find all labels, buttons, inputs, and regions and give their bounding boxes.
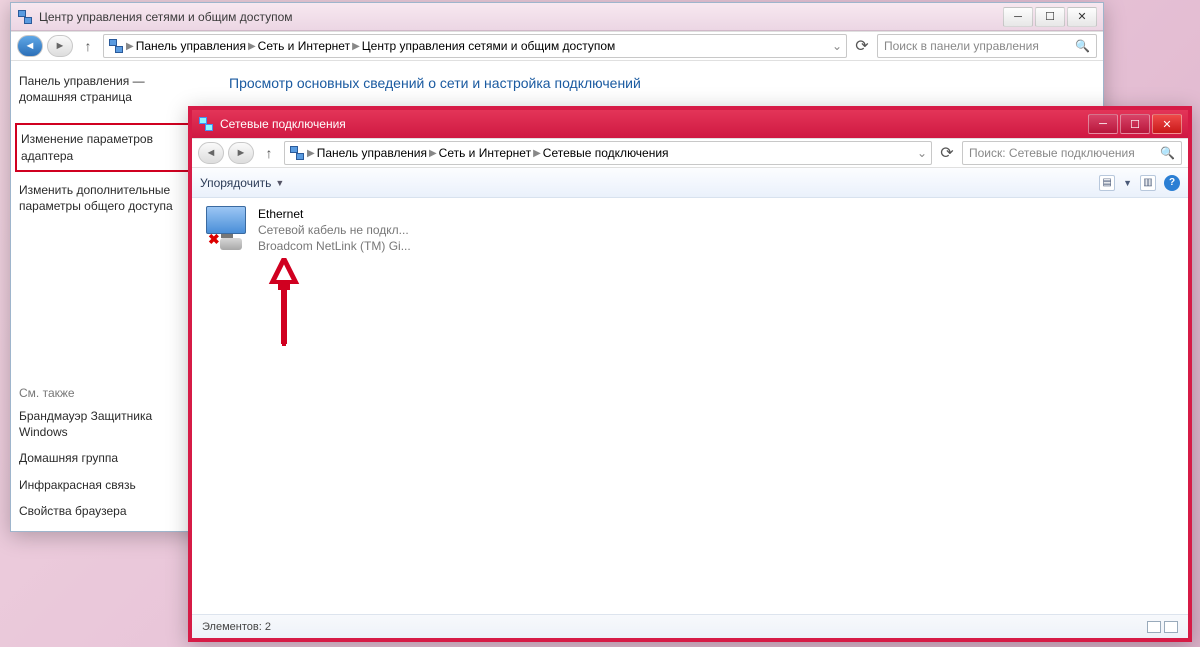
back-button[interactable]: ◄ — [198, 142, 224, 164]
crumb[interactable]: Центр управления сетями и общим доступом — [362, 39, 616, 53]
address-bar: ◄ ► ↑ ▶ Панель управления▶ Сеть и Интерн… — [11, 31, 1103, 61]
network-connections-window: Сетевые подключения ─ ☐ ✕ ◄ ► ↑ ▶ Панель… — [188, 106, 1192, 642]
search-icon: 🔍 — [1075, 39, 1090, 53]
forward-button[interactable]: ► — [47, 35, 73, 57]
search-icon: 🔍 — [1160, 146, 1175, 160]
view-mode-buttons[interactable] — [1147, 621, 1178, 633]
help-button[interactable]: ? — [1164, 175, 1180, 191]
chevron-down-icon[interactable]: ⌄ — [917, 146, 927, 160]
crumb[interactable]: Панель управления — [136, 39, 246, 53]
search-input[interactable]: Поиск в панели управления 🔍 — [877, 34, 1097, 58]
back-button[interactable]: ◄ — [17, 35, 43, 57]
crumb[interactable]: Сетевые подключения — [543, 146, 669, 160]
toolbar: Упорядочить ▼ ▤▼ ▥ ? — [192, 168, 1188, 198]
search-input[interactable]: Поиск: Сетевые подключения 🔍 — [962, 141, 1182, 165]
crumb[interactable]: Сеть и Интернет — [439, 146, 531, 160]
chevron-down-icon[interactable]: ⌄ — [832, 39, 842, 53]
organize-menu[interactable]: Упорядочить — [200, 176, 271, 190]
address-bar: ◄ ► ↑ ▶ Панель управления▶ Сеть и Интерн… — [192, 138, 1188, 168]
sidebar-advanced-link[interactable]: Изменить дополнительные параметры общего… — [19, 180, 203, 216]
adapter-list[interactable]: ✖ Ethernet Сетевой кабель не подкл... Br… — [192, 198, 1188, 614]
window-title: Центр управления сетями и общим доступом — [39, 10, 995, 24]
sidebar-seealso-link[interactable]: Домашняя группа — [19, 448, 203, 468]
network-center-icon — [17, 9, 33, 25]
adapter-name: Ethernet — [258, 206, 411, 222]
location-icon — [289, 145, 305, 161]
close-button[interactable]: ✕ — [1152, 114, 1182, 134]
breadcrumb[interactable]: ▶ Панель управления▶ Сеть и Интернет▶ Це… — [103, 34, 847, 58]
ethernet-adapter-icon: ✖ — [202, 206, 250, 250]
annotation-arrow — [264, 258, 304, 353]
titlebar[interactable]: Сетевые подключения ─ ☐ ✕ — [192, 110, 1188, 138]
maximize-button[interactable]: ☐ — [1035, 7, 1065, 27]
up-button[interactable]: ↑ — [77, 35, 99, 57]
item-count: Элементов: 2 — [202, 621, 271, 633]
adapter-status: Сетевой кабель не подкл... — [258, 222, 411, 238]
page-heading: Просмотр основных сведений о сети и наст… — [229, 75, 1085, 91]
sidebar-seealso-link[interactable]: Свойства браузера — [19, 501, 203, 521]
sidebar-home-link[interactable]: Панель управления — домашняя страница — [19, 71, 203, 107]
minimize-button[interactable]: ─ — [1088, 114, 1118, 134]
close-button[interactable]: ✕ — [1067, 7, 1097, 27]
refresh-button[interactable]: ⟳ — [851, 36, 873, 56]
minimize-button[interactable]: ─ — [1003, 7, 1033, 27]
titlebar[interactable]: Центр управления сетями и общим доступом… — [11, 3, 1103, 31]
sidebar: Панель управления — домашняя страница Из… — [11, 61, 211, 531]
maximize-button[interactable]: ☐ — [1120, 114, 1150, 134]
adapter-item-ethernet[interactable]: ✖ Ethernet Сетевой кабель не подкл... Br… — [202, 206, 452, 255]
status-bar: Элементов: 2 — [192, 614, 1188, 638]
disconnected-icon: ✖ — [208, 231, 220, 248]
network-connections-icon — [198, 116, 214, 132]
crumb[interactable]: Сеть и Интернет — [258, 39, 350, 53]
adapter-device: Broadcom NetLink (TM) Gi... — [258, 238, 411, 254]
sidebar-seealso-link[interactable]: Брандмауэр Защитника Windows — [19, 406, 203, 442]
sidebar-adapter-link[interactable]: Изменение параметров адаптера — [21, 129, 201, 165]
refresh-button[interactable]: ⟳ — [936, 143, 958, 163]
see-also-label: См. также — [19, 346, 203, 400]
preview-pane-button[interactable]: ▥ — [1140, 175, 1156, 191]
search-placeholder: Поиск: Сетевые подключения — [969, 146, 1135, 160]
crumb[interactable]: Панель управления — [317, 146, 427, 160]
sidebar-seealso-link[interactable]: Инфракрасная связь — [19, 475, 203, 495]
forward-button[interactable]: ► — [228, 142, 254, 164]
location-icon — [108, 38, 124, 54]
chevron-down-icon[interactable]: ▼ — [275, 178, 284, 188]
search-placeholder: Поиск в панели управления — [884, 39, 1039, 53]
breadcrumb[interactable]: ▶ Панель управления▶ Сеть и Интернет▶ Се… — [284, 141, 932, 165]
annotation-highlight: Изменение параметров адаптера — [15, 123, 207, 171]
view-options-button[interactable]: ▤ — [1099, 175, 1115, 191]
window-title: Сетевые подключения — [220, 117, 1080, 131]
up-button[interactable]: ↑ — [258, 142, 280, 164]
